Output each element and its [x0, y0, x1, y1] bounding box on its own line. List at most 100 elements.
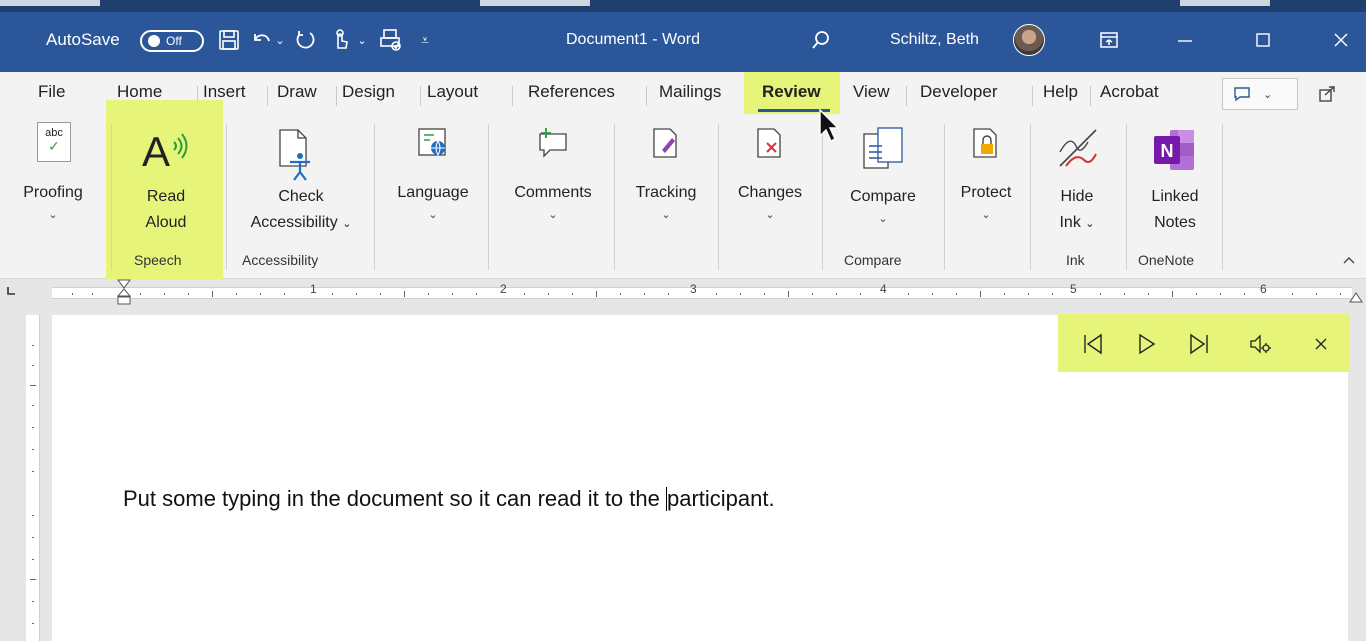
share-icon[interactable] [1312, 80, 1342, 108]
document-text-before-cursor: Put some typing in the document so it ca… [123, 486, 666, 511]
ruler-number: 4 [880, 282, 887, 296]
tab-mailings[interactable]: Mailings [659, 82, 721, 108]
reject-change-icon [757, 128, 781, 158]
onenote-icon: N [1154, 130, 1194, 170]
comments-label: Comments [514, 184, 592, 201]
vertical-ruler [26, 315, 40, 641]
group-label-speech: Speech [134, 252, 182, 268]
autosave-toggle[interactable]: Off [140, 30, 204, 52]
toggle-knob [148, 35, 160, 47]
group-label-accessibility: Accessibility [242, 252, 319, 268]
group-label-compare: Compare [844, 252, 902, 268]
maximize-icon[interactable] [1248, 24, 1278, 56]
proofing-label: Proofing [23, 184, 83, 201]
lock-icon [973, 128, 997, 158]
avatar[interactable] [1013, 24, 1045, 56]
language-button[interactable]: Language ⌄ [380, 122, 486, 232]
compare-button[interactable]: Compare ⌄ [826, 122, 940, 232]
chevron-down-icon: ⌄ [1263, 88, 1273, 101]
compare-icon [863, 127, 903, 169]
indent-marker-icon[interactable] [116, 279, 132, 306]
tab-references[interactable]: References [528, 82, 615, 108]
tracking-label: Tracking [635, 184, 697, 201]
tab-design[interactable]: Design [342, 82, 395, 108]
collapse-ribbon-icon[interactable] [1342, 252, 1356, 268]
hide-ink-icon [1059, 129, 1097, 167]
tab-file[interactable]: File [38, 82, 65, 108]
tab-draw[interactable]: Draw [277, 82, 317, 108]
read-aloud-settings-icon[interactable] [1248, 332, 1274, 356]
ruler-number: 3 [690, 282, 697, 296]
check-accessibility-button[interactable]: Check Accessibility ⌄ [228, 122, 374, 240]
accessibility-icon [279, 129, 310, 181]
ruler-number: 5 [1070, 282, 1077, 296]
hide-ink-label-line2: Ink ⌄ [1034, 210, 1120, 237]
comments-button[interactable]: Comments ⌄ [494, 122, 612, 232]
chevron-down-icon: ⌄ [661, 209, 671, 221]
close-read-aloud-icon[interactable] [1308, 332, 1334, 356]
changes-label: Changes [737, 184, 803, 201]
user-name[interactable]: Schiltz, Beth [890, 22, 979, 58]
track-changes-icon [653, 128, 677, 158]
proofing-button[interactable]: abc ✓ Proofing ⌄ [0, 122, 106, 232]
changes-button[interactable]: Changes ⌄ [722, 122, 818, 232]
hide-ink-button[interactable]: Hide Ink ⌄ [1034, 122, 1120, 240]
touch-mode-icon[interactable] [326, 24, 356, 56]
tab-review[interactable]: Review [762, 82, 821, 108]
tab-layout[interactable]: Layout [427, 82, 478, 108]
minimize-icon[interactable] [1170, 24, 1200, 56]
vertical-ruler-ticks [30, 345, 36, 624]
chevron-down-icon: ⌄ [878, 213, 888, 225]
ruler-number: 6 [1260, 282, 1267, 296]
ruler-number: 2 [500, 282, 507, 296]
next-paragraph-icon[interactable] [1186, 332, 1212, 356]
play-icon[interactable] [1134, 332, 1160, 356]
ruler-ticks [72, 291, 1341, 297]
proofing-icon: abc ✓ [37, 122, 71, 162]
document-text[interactable]: Put some typing in the document so it ca… [123, 486, 775, 512]
previous-paragraph-icon[interactable] [1080, 332, 1106, 356]
read-aloud-label-line1: Read [146, 188, 186, 205]
chevron-down-icon: ⌄ [428, 209, 438, 221]
customize-qat-icon[interactable]: ⩡ [410, 24, 440, 56]
protect-label: Protect [960, 184, 1012, 201]
horizontal-ruler: 1 2 3 4 5 6 [0, 279, 1366, 306]
save-icon[interactable] [214, 24, 244, 56]
chevron-down-icon: ⌄ [48, 209, 58, 221]
tab-stop-selector-icon[interactable] [6, 285, 20, 299]
right-indent-marker-icon[interactable] [1349, 291, 1363, 303]
tracking-button[interactable]: Tracking ⌄ [618, 122, 714, 232]
check-accessibility-label-line1: Check [278, 188, 324, 205]
tab-developer[interactable]: Developer [920, 82, 998, 108]
tab-acrobat[interactable]: Acrobat [1100, 82, 1159, 108]
print-preview-icon[interactable] [376, 24, 406, 56]
undo-dropdown-icon[interactable]: ⌄ [272, 24, 288, 56]
linked-notes-button[interactable]: N Linked Notes [1130, 122, 1220, 240]
check-accessibility-label-line2: Accessibility ⌄ [228, 210, 374, 237]
ribbon-display-options-icon[interactable] [1094, 24, 1124, 56]
comments-pane-button[interactable]: ⌄ [1222, 78, 1298, 110]
redo-icon[interactable] [290, 24, 320, 56]
protect-button[interactable]: Protect ⌄ [946, 122, 1026, 232]
read-aloud-toolbar [1058, 314, 1350, 372]
title-bar: AutoSave Off ⌄ ⌄ ⩡ Document1 - Word Schi… [0, 0, 1366, 72]
chevron-down-icon: ⌄ [548, 209, 558, 221]
tab-view[interactable]: View [853, 82, 890, 108]
linked-notes-label-line1: Linked [1151, 188, 1199, 205]
chevron-down-icon: ⌄ [1085, 218, 1095, 230]
close-icon[interactable] [1326, 24, 1356, 56]
read-aloud-button[interactable]: A Read Aloud [112, 122, 220, 240]
read-aloud-label-line2: Aloud [145, 214, 187, 231]
comment-icon [1234, 87, 1250, 102]
top-strip [0, 0, 1366, 12]
chevron-down-icon: ⌄ [765, 209, 775, 221]
language-label: Language [397, 184, 469, 201]
touch-dropdown-icon[interactable]: ⌄ [354, 24, 370, 56]
language-icon [418, 128, 446, 157]
svg-text:A: A [142, 128, 170, 175]
group-label-ink: Ink [1066, 252, 1085, 268]
check-accessibility-label-text: Accessibility [250, 214, 338, 231]
search-icon[interactable] [806, 24, 836, 56]
word-window: AutoSave Off ⌄ ⌄ ⩡ Document1 - Word Schi… [0, 0, 1366, 641]
tab-help[interactable]: Help [1043, 82, 1078, 108]
